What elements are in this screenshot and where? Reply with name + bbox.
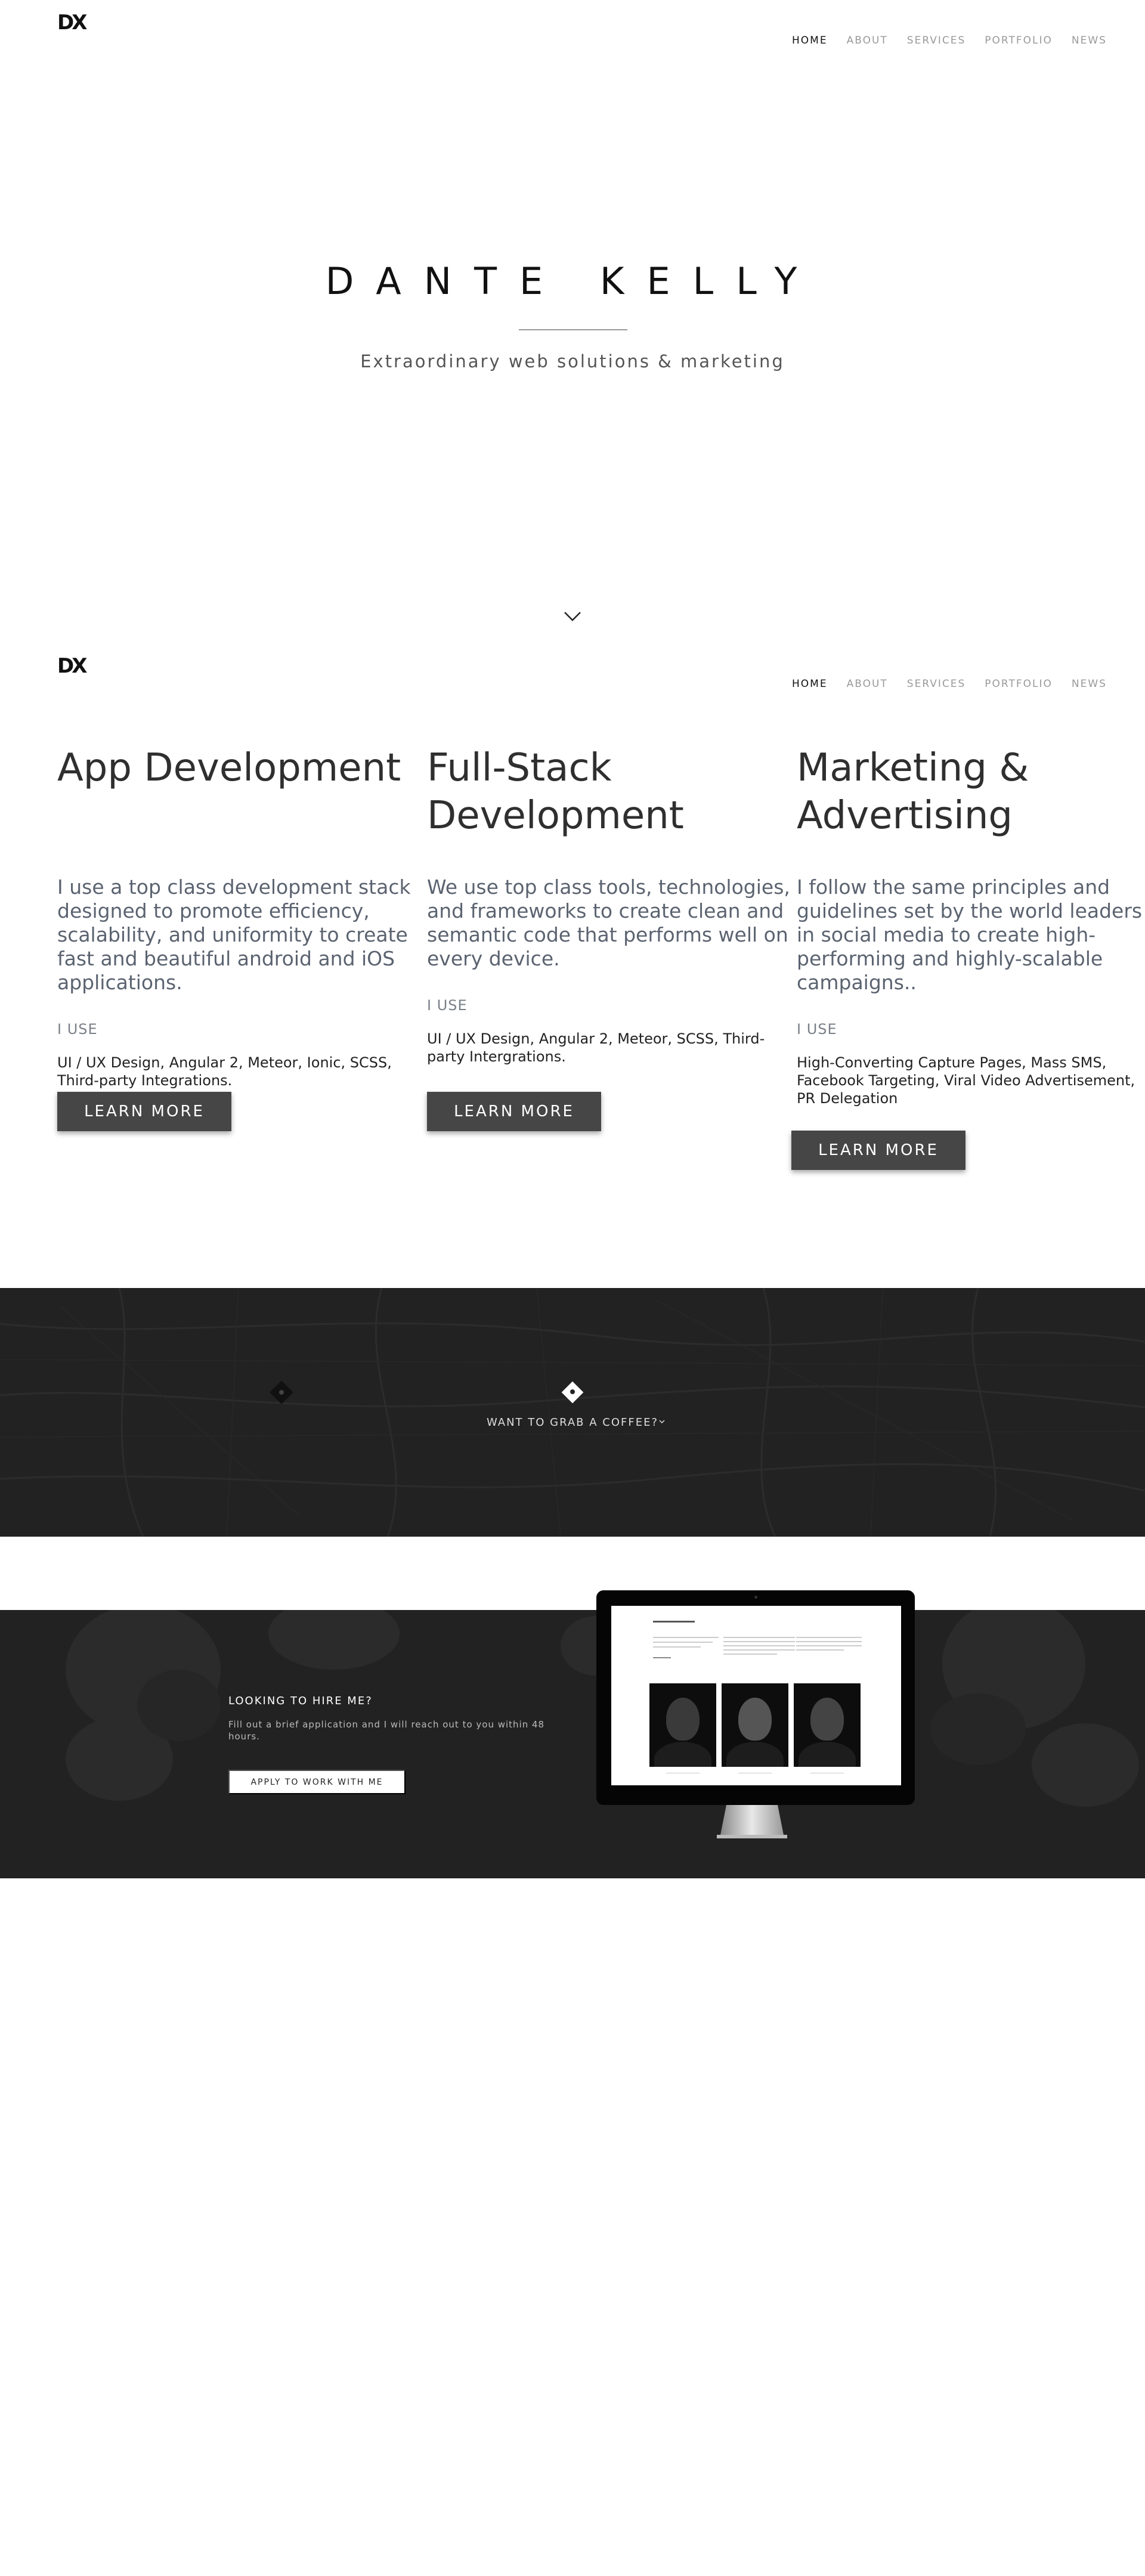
main-nav: HOME ABOUT SERVICES PORTFOLIO NEWS — [792, 35, 1107, 47]
monitor-screen — [611, 1606, 901, 1785]
map-background — [0, 1288, 1145, 1537]
service-title-marketing: Marketing & Advertising — [797, 746, 1029, 838]
logo[interactable]: DX — [57, 11, 87, 35]
apply-button[interactable]: APPLY TO WORK WITH ME — [228, 1770, 406, 1794]
nav-services[interactable]: SERVICES — [907, 35, 965, 47]
hire-title: LOOKING TO HIRE ME? — [228, 1695, 373, 1707]
map-pin-icon[interactable] — [560, 1380, 585, 1405]
learn-more-button[interactable]: LEARN MORE — [427, 1092, 601, 1131]
nav-news[interactable]: NEWS — [1072, 35, 1107, 47]
team-photo — [722, 1683, 788, 1767]
service-title-app: App Development — [57, 746, 401, 790]
nav-news[interactable]: NEWS — [1072, 678, 1107, 690]
hero-divider — [519, 329, 627, 330]
learn-more-button[interactable]: LEARN MORE — [791, 1131, 965, 1170]
nav-portfolio[interactable]: PORTFOLIO — [985, 35, 1053, 47]
nav-portfolio[interactable]: PORTFOLIO — [985, 678, 1053, 690]
service-desc-marketing: I follow the same principles and guideli… — [797, 875, 1143, 994]
service-tools-app: UI / UX Design, Angular 2, Meteor, Ionic… — [57, 1054, 392, 1089]
hero-title: DANTE KELLY — [325, 259, 820, 303]
service-tools-marketing: High-Converting Capture Pages, Mass SMS,… — [797, 1054, 1135, 1107]
team-photo — [649, 1683, 716, 1767]
sticky-nav: HOME ABOUT SERVICES PORTFOLIO NEWS — [792, 678, 1107, 690]
monitor-stand — [717, 1805, 787, 1838]
nav-home[interactable]: HOME — [792, 678, 828, 690]
hero-subtitle: Extraordinary web solutions & marketing — [360, 351, 785, 371]
service-title-fullstack: Full-Stack Development — [427, 746, 684, 838]
service-use-label: I USE — [797, 1021, 837, 1038]
coffee-link[interactable]: WANT TO GRAB A COFFEE? — [0, 1416, 1145, 1429]
hire-band — [0, 1610, 1145, 1878]
monitor-camera — [754, 1596, 757, 1599]
chevron-down-icon[interactable] — [563, 609, 582, 624]
chevron-down-icon — [659, 1420, 665, 1424]
nav-about[interactable]: ABOUT — [847, 678, 888, 690]
hire-text: Fill out a brief application and I will … — [228, 1719, 545, 1742]
service-desc-app: I use a top class development stack desi… — [57, 875, 411, 994]
nav-services[interactable]: SERVICES — [907, 678, 965, 690]
nav-about[interactable]: ABOUT — [847, 35, 888, 47]
service-use-label: I USE — [427, 997, 468, 1014]
learn-more-button[interactable]: LEARN MORE — [57, 1092, 231, 1131]
team-photo — [794, 1683, 861, 1767]
service-use-label: I USE — [57, 1021, 98, 1038]
ink-smoke-decoration — [66, 1610, 1139, 1807]
map-marker-icon — [270, 1380, 293, 1404]
service-desc-fullstack: We use top class tools, technologies, an… — [427, 875, 790, 970]
logo[interactable]: DX — [57, 654, 87, 678]
service-tools-fullstack: UI / UX Design, Angular 2, Meteor, SCSS,… — [427, 1030, 765, 1065]
map-band — [0, 1288, 1145, 1537]
nav-home[interactable]: HOME — [792, 35, 828, 47]
